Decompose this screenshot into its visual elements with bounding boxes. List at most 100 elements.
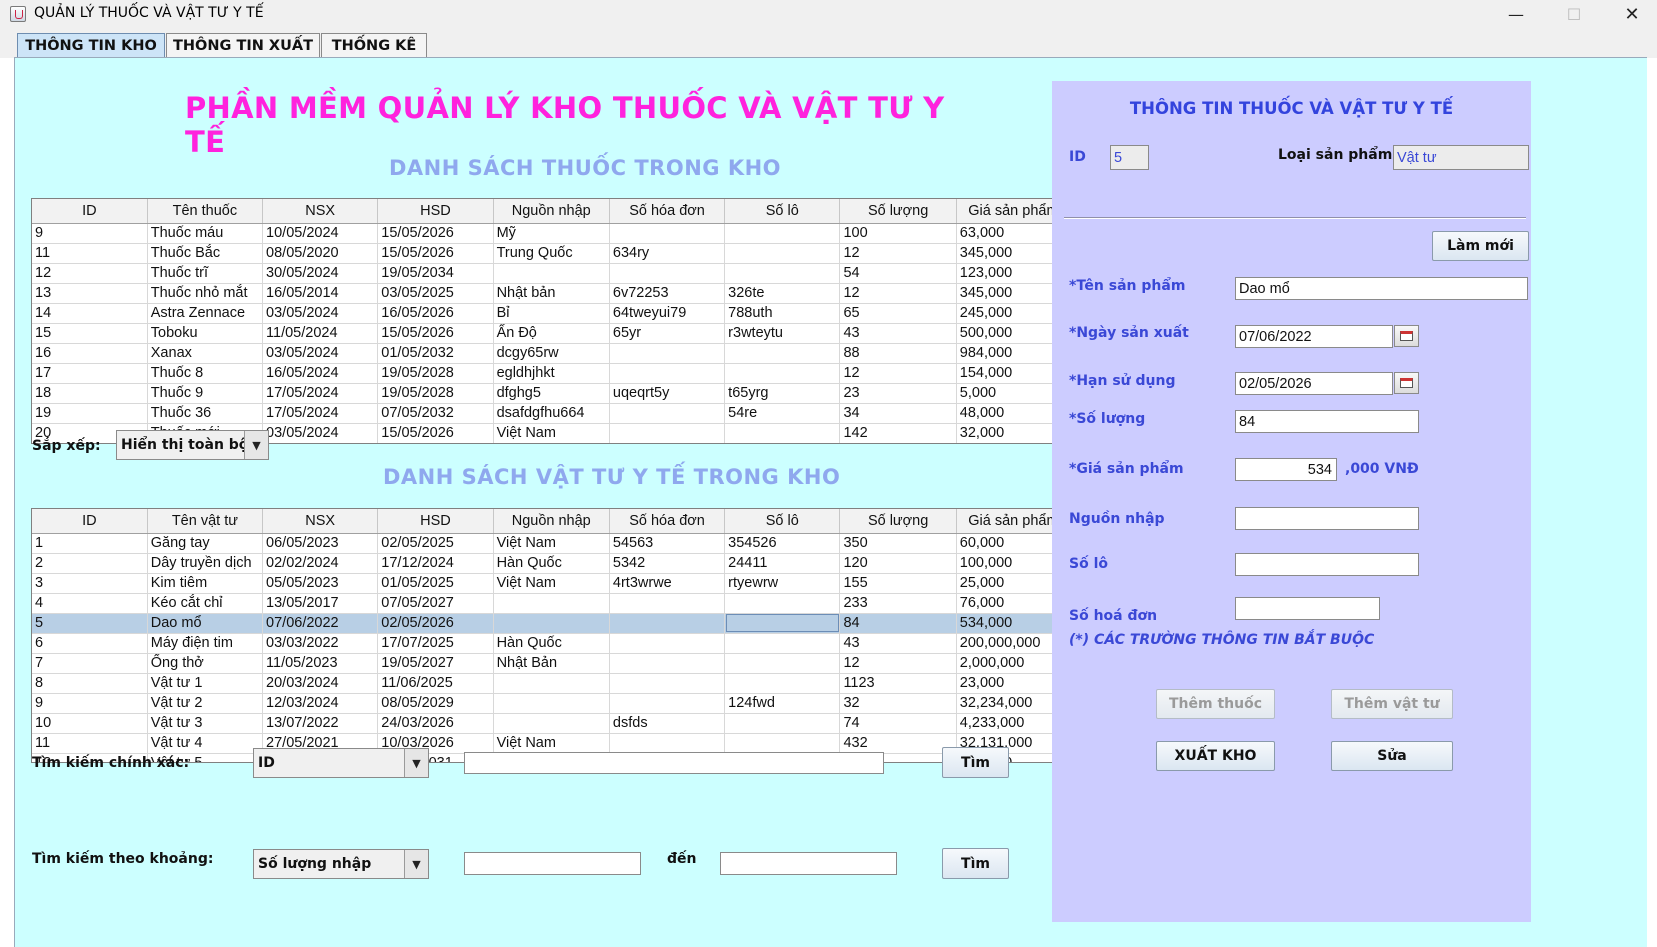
source-field[interactable] <box>1235 507 1419 530</box>
table-cell[interactable] <box>609 593 726 614</box>
table-cell[interactable]: 54 <box>839 263 957 284</box>
table-cell[interactable]: 124fwd <box>724 693 841 714</box>
table-row[interactable]: 7 Ống thở 11/05/2023 19/05/2027 Nhật Bản 12 2,… <box>32 653 1072 674</box>
search-range-field-select[interactable]: Số lượng nhập ▼ <box>253 849 429 879</box>
table-cell[interactable]: 06/05/2023 <box>262 533 379 554</box>
table-cell[interactable]: 4 <box>32 593 148 614</box>
table-row[interactable]: 5 Dao mổ 07/06/2022 02/05/2026 84 534,000 <box>32 613 1072 634</box>
table-cell[interactable]: dsafdgfhu664 <box>493 403 610 424</box>
table-row[interactable]: 13 Thuốc nhỏ mắt 16/05/2014 03/05/2025 Nhật … <box>32 283 1072 304</box>
table-cell[interactable]: 11/05/2023 <box>262 653 379 674</box>
table-row[interactable]: 11 Vật tư 4 27/05/2021 10/03/2026 Việt Nam 43… <box>32 733 1072 754</box>
table-cell[interactable]: 02/05/2025 <box>377 533 494 554</box>
table-cell[interactable]: 01/05/2025 <box>377 573 494 594</box>
table-cell[interactable]: 15/05/2026 <box>377 423 494 443</box>
table-cell[interactable] <box>724 733 841 754</box>
table-cell[interactable]: 08/05/2020 <box>262 243 379 264</box>
add-medicine-button[interactable]: Thêm thuốc <box>1156 689 1275 719</box>
table-cell[interactable]: Nhật bản <box>493 283 610 304</box>
table-row[interactable]: 6 Máy điện tim 03/03/2022 17/07/2025 Hàn Quố… <box>32 633 1072 654</box>
table-cell[interactable] <box>493 263 610 284</box>
table-cell[interactable]: Việt Nam <box>493 533 610 554</box>
table-cell[interactable]: 08/05/2029 <box>377 693 494 714</box>
table-cell[interactable]: 634ry <box>609 243 726 264</box>
name-field[interactable]: Dao mổ <box>1235 277 1528 300</box>
table-cell[interactable]: Xanax <box>147 343 264 364</box>
table-cell[interactable]: 12 <box>839 243 957 264</box>
table-cell[interactable]: 23 <box>839 383 957 404</box>
table-cell[interactable]: 11/06/2025 <box>377 673 494 694</box>
table-cell[interactable] <box>724 263 841 284</box>
table-cell[interactable] <box>493 693 610 714</box>
table-cell[interactable]: 14 <box>32 303 148 324</box>
table-cell[interactable]: 16 <box>32 343 148 364</box>
search-range-from-input[interactable] <box>464 852 641 875</box>
table-cell[interactable]: 326te <box>724 283 841 304</box>
calendar-icon[interactable] <box>1394 325 1419 347</box>
tab-thong-ke[interactable]: THỐNG KÊ <box>321 33 427 58</box>
table-cell[interactable]: 03/05/2024 <box>262 343 379 364</box>
column-header[interactable]: HSD <box>377 509 494 534</box>
table-cell[interactable]: 15/05/2026 <box>377 223 494 244</box>
table-cell[interactable] <box>724 343 841 364</box>
column-header[interactable]: Số hóa đơn <box>609 199 726 224</box>
table-cell[interactable]: 12/03/2024 <box>262 693 379 714</box>
invoice-field[interactable] <box>1235 597 1380 620</box>
table-cell[interactable]: 24411 <box>724 553 841 574</box>
table-cell[interactable]: Dao mổ <box>147 613 264 634</box>
table-row[interactable]: 4 Kéo cắt chỉ 13/05/2017 07/05/2027 233 76,00… <box>32 593 1072 614</box>
table-cell[interactable]: Trung Quốc <box>493 243 610 264</box>
table-cell[interactable]: 02/05/2026 <box>377 613 494 634</box>
table-cell[interactable]: 1123 <box>839 673 957 694</box>
table-cell[interactable]: 02/02/2024 <box>262 553 379 574</box>
table-row[interactable]: 1 Găng tay 06/05/2023 02/05/2025 Việt Nam 545… <box>32 533 1072 554</box>
add-supply-button[interactable]: Thêm vật tư <box>1331 689 1453 719</box>
table-cell[interactable] <box>724 423 841 443</box>
table-cell[interactable]: 6 <box>32 633 148 654</box>
table-cell[interactable]: 5342 <box>609 553 726 574</box>
table-cell[interactable]: 03/05/2025 <box>377 283 494 304</box>
column-header[interactable]: NSX <box>262 509 379 534</box>
table-cell[interactable]: 43 <box>839 323 957 344</box>
table-cell[interactable]: 24/03/2026 <box>377 713 494 734</box>
table-cell[interactable]: Thuốc 8 <box>147 363 264 384</box>
table-row[interactable]: 17 Thuốc 8 16/05/2024 19/05/2028 egldhjhkt 12… <box>32 363 1072 384</box>
table-cell[interactable]: 142 <box>839 423 957 443</box>
table-cell[interactable]: 354526 <box>724 533 841 554</box>
table-cell[interactable]: 350 <box>839 533 957 554</box>
table-cell[interactable]: Việt Nam <box>493 423 610 443</box>
table-cell[interactable] <box>724 613 841 634</box>
table-cell[interactable]: 30/05/2024 <box>262 263 379 284</box>
table-cell[interactable]: 34 <box>839 403 957 424</box>
table-cell[interactable]: 9 <box>32 693 148 714</box>
sort-select[interactable]: Hiển thị toàn bộ ▼ <box>116 430 269 460</box>
table-row[interactable]: 11 Thuốc Bắc 08/05/2020 15/05/2026 Trung Quố… <box>32 243 1072 264</box>
table-cell[interactable]: dfghg5 <box>493 383 610 404</box>
price-field[interactable]: 534 <box>1235 458 1337 481</box>
table-cell[interactable]: 12 <box>839 283 957 304</box>
table-row[interactable]: 3 Kim tiêm 05/05/2023 01/05/2025 Việt Nam 4rt… <box>32 573 1072 594</box>
table-cell[interactable]: 788uth <box>724 303 841 324</box>
lot-field[interactable] <box>1235 553 1419 576</box>
close-button[interactable]: ✕ <box>1604 0 1657 28</box>
column-header[interactable]: Số lô <box>724 199 841 224</box>
table-cell[interactable]: 16/05/2014 <box>262 283 379 304</box>
table-cell[interactable]: 07/06/2022 <box>262 613 379 634</box>
table-cell[interactable]: rtyewrw <box>724 573 841 594</box>
table-cell[interactable]: Thuốc nhỏ mắt <box>147 283 264 304</box>
table-cell[interactable]: 5 <box>32 613 148 634</box>
table-cell[interactable] <box>609 673 726 694</box>
table-cell[interactable]: 64tweyui79 <box>609 303 726 324</box>
table-cell[interactable]: 11/05/2024 <box>262 323 379 344</box>
table-cell[interactable]: 233 <box>839 593 957 614</box>
table-cell[interactable]: dcgy65rw <box>493 343 610 364</box>
table-cell[interactable]: Ống thở <box>147 653 264 674</box>
table-cell[interactable]: t65yrg <box>724 383 841 404</box>
table-row[interactable]: 2 Dây truyền dịch 02/02/2024 17/12/2024 Hàn … <box>32 553 1072 574</box>
chevron-down-icon[interactable]: ▼ <box>404 749 428 777</box>
table-cell[interactable]: 13/07/2022 <box>262 713 379 734</box>
table-cell[interactable]: Bỉ <box>493 303 610 324</box>
table-cell[interactable]: dsfds <box>609 713 726 734</box>
table-cell[interactable]: 32 <box>839 693 957 714</box>
table-cell[interactable]: 17/07/2025 <box>377 633 494 654</box>
